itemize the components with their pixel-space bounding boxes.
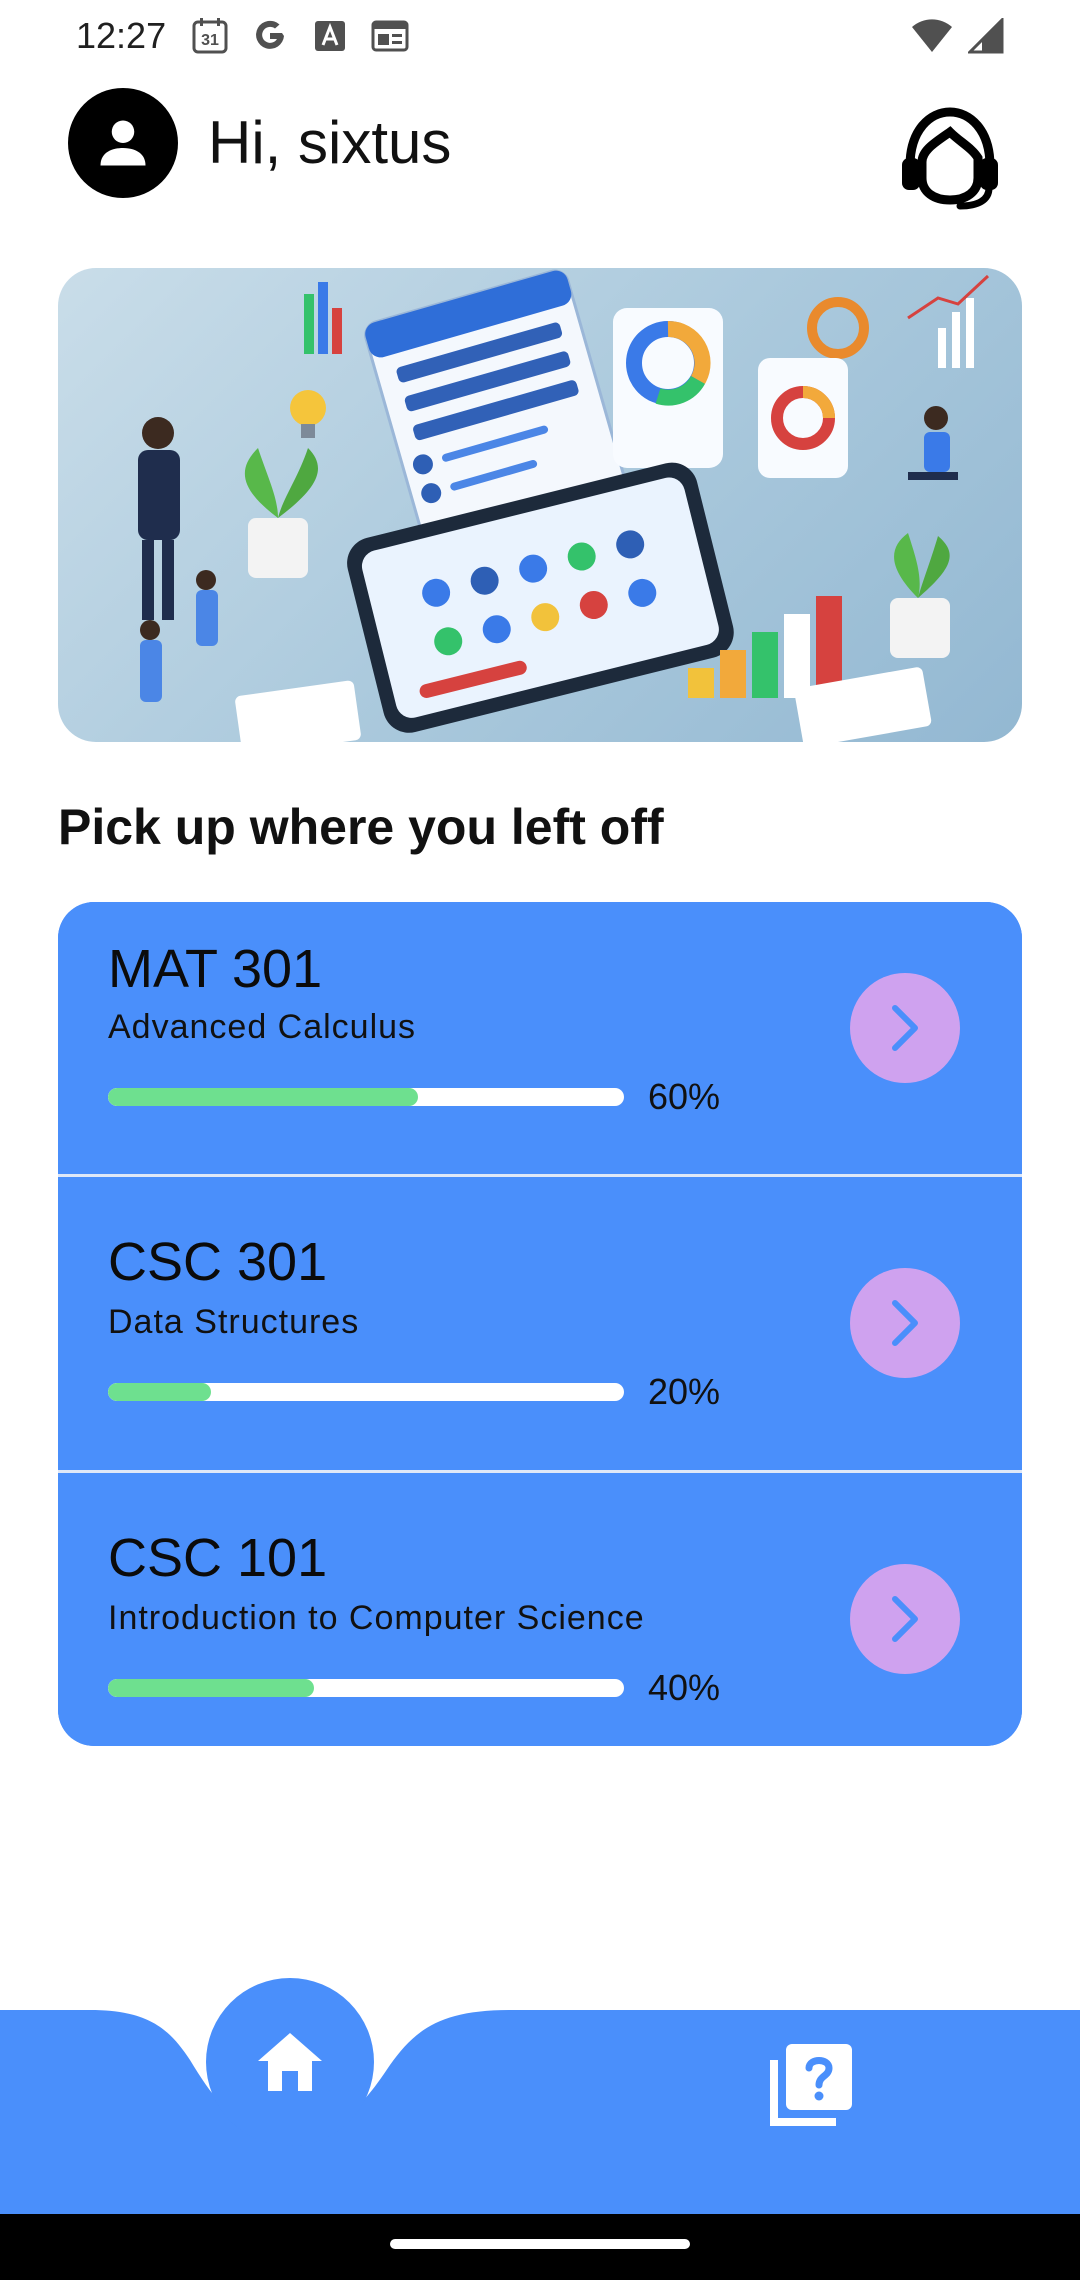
cell-signal-icon (964, 14, 1008, 58)
open-course-button[interactable] (850, 973, 960, 1083)
section-title: Pick up where you left off (58, 799, 664, 855)
course-progress-bar (108, 1679, 624, 1697)
status-notification-icons: 31 (188, 14, 412, 58)
chevron-right-icon (892, 1596, 918, 1642)
banner-image (58, 268, 1022, 742)
news-icon (368, 14, 412, 58)
course-card-mat-301[interactable]: MAT 301 Advanced Calculus 60% (58, 902, 1022, 1174)
home-gesture-handle[interactable] (390, 2239, 690, 2249)
chevron-right-icon (892, 1005, 918, 1051)
bottom-nav-background (0, 2010, 1080, 2215)
nav-quiz-button[interactable] (766, 2040, 856, 2130)
status-system-icons (910, 14, 1008, 58)
headset-support-icon (902, 107, 998, 210)
course-progress-percent: 40% (648, 1667, 721, 1708)
support-button[interactable] (894, 100, 1006, 212)
nav-home-button[interactable] (206, 1978, 374, 2146)
calendar-icon: 31 (188, 14, 232, 58)
bottom-navigation (0, 1940, 1080, 2215)
quiz-dashboard-illustration (138, 269, 990, 742)
course-name: Data Structures (108, 1303, 360, 1341)
course-progress-bar (108, 1383, 624, 1401)
course-name: Introduction to Computer Science (108, 1599, 645, 1637)
status-bar: 12:27 31 (0, 0, 1080, 72)
course-card-csc-301[interactable]: CSC 301 Data Structures 20% (58, 1174, 1022, 1470)
course-progress-percent: 60% (648, 1076, 721, 1117)
course-progress-bar (108, 1088, 624, 1106)
progress-fill (108, 1679, 315, 1697)
course-code: MAT 301 (108, 939, 323, 999)
header: Hi, sixtus (0, 80, 1080, 210)
quiz-icon (770, 2044, 852, 2126)
course-code: CSC 301 (108, 1232, 328, 1292)
google-icon (248, 14, 292, 58)
course-card-csc-101[interactable]: CSC 101 Introduction to Computer Science… (58, 1470, 1022, 1746)
progress-fill (108, 1383, 212, 1401)
avatar[interactable] (68, 88, 178, 198)
calendar-day: 31 (201, 32, 219, 49)
home-icon (258, 2033, 322, 2091)
course-code: CSC 101 (108, 1528, 328, 1588)
course-list: MAT 301 Advanced Calculus 60% CSC 301 Da… (58, 902, 1022, 1746)
font-icon (308, 14, 352, 58)
open-course-button[interactable] (850, 1564, 960, 1674)
person-icon (100, 120, 146, 166)
status-time: 12:27 (76, 15, 167, 56)
wifi-icon (910, 14, 954, 58)
open-course-button[interactable] (850, 1268, 960, 1378)
chevron-right-icon (892, 1300, 918, 1346)
progress-fill (108, 1088, 418, 1106)
app-screen: 12:27 31 Hi, sixtus Pick up where you le… (0, 0, 1080, 2280)
course-name: Advanced Calculus (108, 1008, 417, 1046)
greeting-text: Hi, sixtus (208, 109, 452, 176)
course-progress-percent: 20% (648, 1371, 721, 1412)
